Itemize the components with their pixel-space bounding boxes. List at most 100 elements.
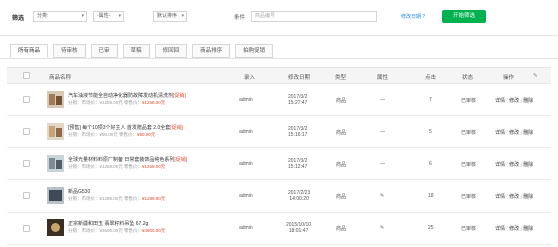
- product-title[interactable]: 正宗新疆和田玉 翡翠籽料吊坠 67.2g: [68, 220, 148, 227]
- product-title[interactable]: 全球光量材料料原厂制备 日常套装饰品纯色系列[促销]: [68, 156, 187, 163]
- product-prices: 分销：市场价：¥1289.00元 零售价：¥1289.00元: [68, 196, 166, 201]
- delete-link[interactable]: 删除: [523, 130, 533, 136]
- edit-link[interactable]: 修改: [509, 98, 519, 104]
- chevron-down-icon: ▾: [81, 13, 84, 19]
- header-type: 类型: [335, 75, 347, 81]
- delete-link[interactable]: 删除: [523, 162, 533, 168]
- product-thumbnail[interactable]: [47, 123, 64, 140]
- status-cell: 已审核: [461, 130, 477, 136]
- row-actions: 详情 | 修改 | 删除: [495, 130, 534, 136]
- row-actions: 详情 | 修改 | 删除: [495, 194, 534, 200]
- clicks-cell: 18: [428, 193, 434, 199]
- type-cell: 商品: [336, 98, 347, 104]
- delete-link[interactable]: 删除: [523, 226, 533, 232]
- type-cell: 商品: [336, 162, 347, 168]
- tab-draft[interactable]: 草稿: [122, 44, 150, 58]
- condition-label: 条件: [234, 15, 246, 21]
- row-actions: 详情 | 修改 | 删除: [495, 98, 534, 104]
- tab-bar: 所有商品 待审核 已审 草稿 修回回 商品排序 拍购促销: [10, 44, 274, 58]
- edit-link[interactable]: 修改: [509, 162, 519, 168]
- status-cell: 已审核: [461, 162, 477, 168]
- status-cell: 已审核: [461, 226, 477, 232]
- filter-label: 筛选: [12, 16, 25, 22]
- row-checkbox[interactable]: [23, 160, 30, 167]
- attr-cell: —: [380, 97, 385, 103]
- row-actions: 详情 | 修改 | 删除: [495, 162, 534, 168]
- row-checkbox[interactable]: [23, 225, 30, 232]
- date-cell: 2017/2/23 14:00:20: [288, 190, 311, 202]
- sort-select[interactable]: 默认排序 ▾: [153, 11, 187, 22]
- row-checkbox[interactable]: [23, 192, 30, 199]
- product-prices: 分销：市场价：¥1258.00元 零售价：¥1258.00元: [68, 100, 166, 105]
- product-title[interactable]: 汽车油液节能全自动净化器防故障发动机清洗剂[促销]: [68, 92, 186, 99]
- attr-edit-icon[interactable]: ✎: [380, 193, 384, 199]
- search-input[interactable]: 商品编号: [251, 11, 377, 22]
- type-cell: 商品: [336, 194, 347, 200]
- detail-link[interactable]: 详情: [495, 194, 505, 200]
- row-checkbox[interactable]: [23, 96, 30, 103]
- author-cell: admin: [239, 193, 253, 199]
- clicks-cell: 25: [428, 225, 434, 231]
- chevron-down-icon: ▾: [181, 13, 184, 19]
- product-title[interactable]: 新品G530: [68, 188, 90, 195]
- tab-pending[interactable]: 待审核: [53, 44, 86, 58]
- type-cell: 商品: [336, 130, 347, 136]
- delete-link[interactable]: 删除: [523, 194, 533, 200]
- clicks-cell: 7: [429, 97, 432, 103]
- attr-cell: —: [380, 161, 385, 167]
- tab-promotion[interactable]: 拍购促销: [235, 44, 274, 58]
- select-all-checkbox[interactable]: [23, 72, 30, 79]
- table-row: 正宗新疆和田玉 翡翠籽料吊坠 67.2g 分销：市场价：¥3600.00元 零售…: [7, 213, 551, 245]
- edit-columns-icon[interactable]: ✎: [533, 73, 538, 79]
- filter-bar: 筛选 分类: ▾ -属性- ▾ 默认排序 ▾ 条件 商品编号 修改日期 ? 开始…: [0, 0, 558, 36]
- table-row: 新品G530 分销：市场价：¥1289.00元 零售价：¥1289.00元 ad…: [7, 180, 551, 213]
- attr-edit-icon[interactable]: ✎: [380, 225, 384, 231]
- edit-link[interactable]: 修改: [509, 130, 519, 136]
- tab-sorting[interactable]: 商品排序: [192, 44, 231, 58]
- product-title[interactable]: [预售] 每个10项3个好主人 首发赠品套 2.0全套[促销]: [68, 124, 183, 131]
- header-author: 录入: [244, 75, 256, 81]
- detail-link[interactable]: 详情: [495, 226, 505, 232]
- tab-all-goods[interactable]: 所有商品: [10, 44, 49, 58]
- product-thumbnail[interactable]: [47, 91, 64, 108]
- search-button[interactable]: 开始筛选: [442, 10, 486, 23]
- chevron-down-icon: ▾: [118, 13, 121, 19]
- attr-cell: —: [380, 129, 385, 135]
- detail-link[interactable]: 详情: [495, 162, 505, 168]
- status-cell: 已审核: [461, 194, 477, 200]
- attribute-select[interactable]: -属性- ▾: [93, 11, 124, 22]
- type-cell: 商品: [336, 226, 347, 232]
- detail-link[interactable]: 详情: [495, 98, 505, 104]
- product-thumbnail[interactable]: [47, 219, 64, 236]
- header-ops: 操作: [503, 75, 515, 81]
- table-row: 汽车油液节能全自动净化器防故障发动机清洗剂[促销] 分销：市场价：¥1258.0…: [7, 84, 551, 116]
- row-checkbox[interactable]: [23, 128, 30, 135]
- table-row: 全球光量材料料原厂制备 日常套装饰品纯色系列[促销] 分销：市场价：¥1268.…: [7, 148, 551, 180]
- edit-link[interactable]: 修改: [509, 194, 519, 200]
- category-select[interactable]: 分类: ▾: [33, 11, 87, 22]
- header-status: 状态: [462, 75, 474, 81]
- table-row: [预售] 每个10项3个好主人 首发赠品套 2.0全套[促销] 分销：市场价：¥…: [7, 116, 551, 148]
- author-cell: admin: [239, 225, 253, 231]
- detail-link[interactable]: 详情: [495, 130, 505, 136]
- tab-returned[interactable]: 修回回: [154, 44, 188, 58]
- date-filter-link[interactable]: 修改日期 ?: [401, 13, 425, 20]
- author-cell: admin: [239, 97, 253, 103]
- date-cell: 2017/3/2 15:16:17: [288, 126, 308, 138]
- delete-link[interactable]: 删除: [523, 98, 533, 104]
- clicks-cell: 6: [429, 161, 432, 167]
- tab-divider: [0, 58, 558, 59]
- tab-approved[interactable]: 已审: [90, 44, 118, 58]
- status-cell: 已审核: [461, 98, 477, 104]
- date-cell: 2015/10/10 18:01:47: [286, 222, 312, 234]
- header-name: 商品名称: [49, 75, 72, 81]
- product-prices: 分销：市场价：¥3600.00元 零售价：¥4800.00元: [68, 228, 166, 233]
- author-cell: admin: [239, 129, 253, 135]
- header-attr: 属性: [377, 75, 389, 81]
- product-thumbnail[interactable]: [47, 187, 64, 204]
- header-clicks: 点击: [425, 75, 437, 81]
- edit-link[interactable]: 修改: [509, 226, 519, 232]
- clicks-cell: 5: [429, 129, 432, 135]
- product-prices: 分销：市场价：¥1268.00元 零售价：¥1268.00元: [68, 164, 166, 169]
- product-thumbnail[interactable]: [47, 155, 64, 172]
